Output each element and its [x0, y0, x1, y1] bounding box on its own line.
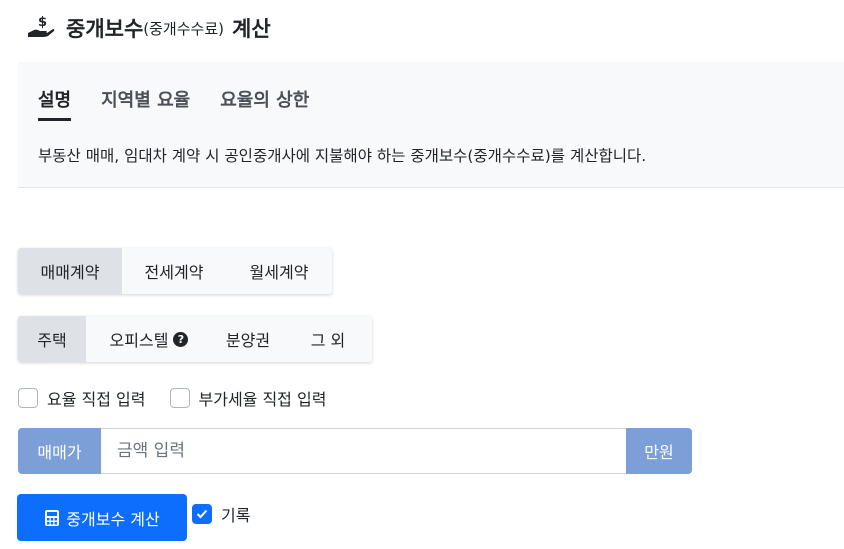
page-title: 중개보수: [66, 17, 144, 41]
tab-regional-rates[interactable]: 지역별 요율: [101, 86, 190, 120]
price-input[interactable]: [101, 428, 626, 474]
page-title-suffix: 계산: [232, 17, 271, 41]
info-tabs: 설명 지역별 요율 요율의 상한: [38, 86, 339, 121]
calculate-button[interactable]: 중개보수 계산: [17, 494, 187, 541]
question-circle-icon[interactable]: ?: [173, 331, 189, 347]
calculate-button-label: 중개보수 계산: [66, 509, 160, 529]
calculator-icon: [44, 509, 60, 527]
record-label: 기록: [221, 506, 251, 525]
rate-manual-checkbox[interactable]: [18, 388, 38, 408]
property-type-other[interactable]: 그 외: [284, 316, 372, 362]
vat-manual-label: 부가세율 직접 입력: [198, 390, 327, 409]
page-header: $ 중개보수 (중개수수료) 계산: [26, 12, 271, 44]
vat-manual-option[interactable]: 부가세율 직접 입력: [169, 386, 327, 410]
tab-rate-limits[interactable]: 요율의 상한: [220, 86, 309, 120]
contract-type-sale[interactable]: 매매계약: [18, 248, 122, 294]
hand-coin-icon: $: [26, 13, 56, 43]
check-icon: [196, 509, 208, 519]
contract-type-jeonse[interactable]: 전세계약: [122, 248, 226, 294]
property-type-house[interactable]: 주택: [18, 316, 86, 362]
description-text: 부동산 매매, 임대차 계약 시 공인중개사에 지불해야 하는 중개보수(중개수…: [38, 147, 647, 165]
property-type-officetel[interactable]: 오피스텔 ?: [86, 316, 212, 362]
vat-manual-checkbox[interactable]: [169, 388, 190, 408]
svg-text:$: $: [38, 15, 47, 30]
property-type-officetel-label: 오피스텔: [109, 331, 169, 350]
price-prefix-label: 매매가: [18, 428, 101, 474]
property-type-presale-right[interactable]: 분양권: [212, 316, 284, 362]
price-input-group: 매매가 만원: [18, 428, 692, 474]
rate-manual-label: 요율 직접 입력: [47, 390, 146, 409]
contract-type-group: 매매계약 전세계약 월세계약: [18, 248, 332, 294]
price-unit-label: 만원: [626, 428, 692, 474]
property-type-group: 주택 오피스텔 ? 분양권 그 외: [18, 316, 372, 362]
record-option[interactable]: 기록: [192, 502, 250, 526]
options-row: 요율 직접 입력 부가세율 직접 입력: [18, 386, 350, 410]
page-title-paren: (중개수수료): [143, 19, 224, 38]
info-card: 설명 지역별 요율 요율의 상한 부동산 매매, 임대차 계약 시 공인중개사에…: [18, 62, 844, 188]
rate-manual-option[interactable]: 요율 직접 입력: [18, 386, 146, 410]
record-checkbox[interactable]: [192, 504, 212, 524]
contract-type-monthly[interactable]: 월세계약: [226, 248, 332, 294]
tab-description[interactable]: 설명: [38, 86, 72, 121]
